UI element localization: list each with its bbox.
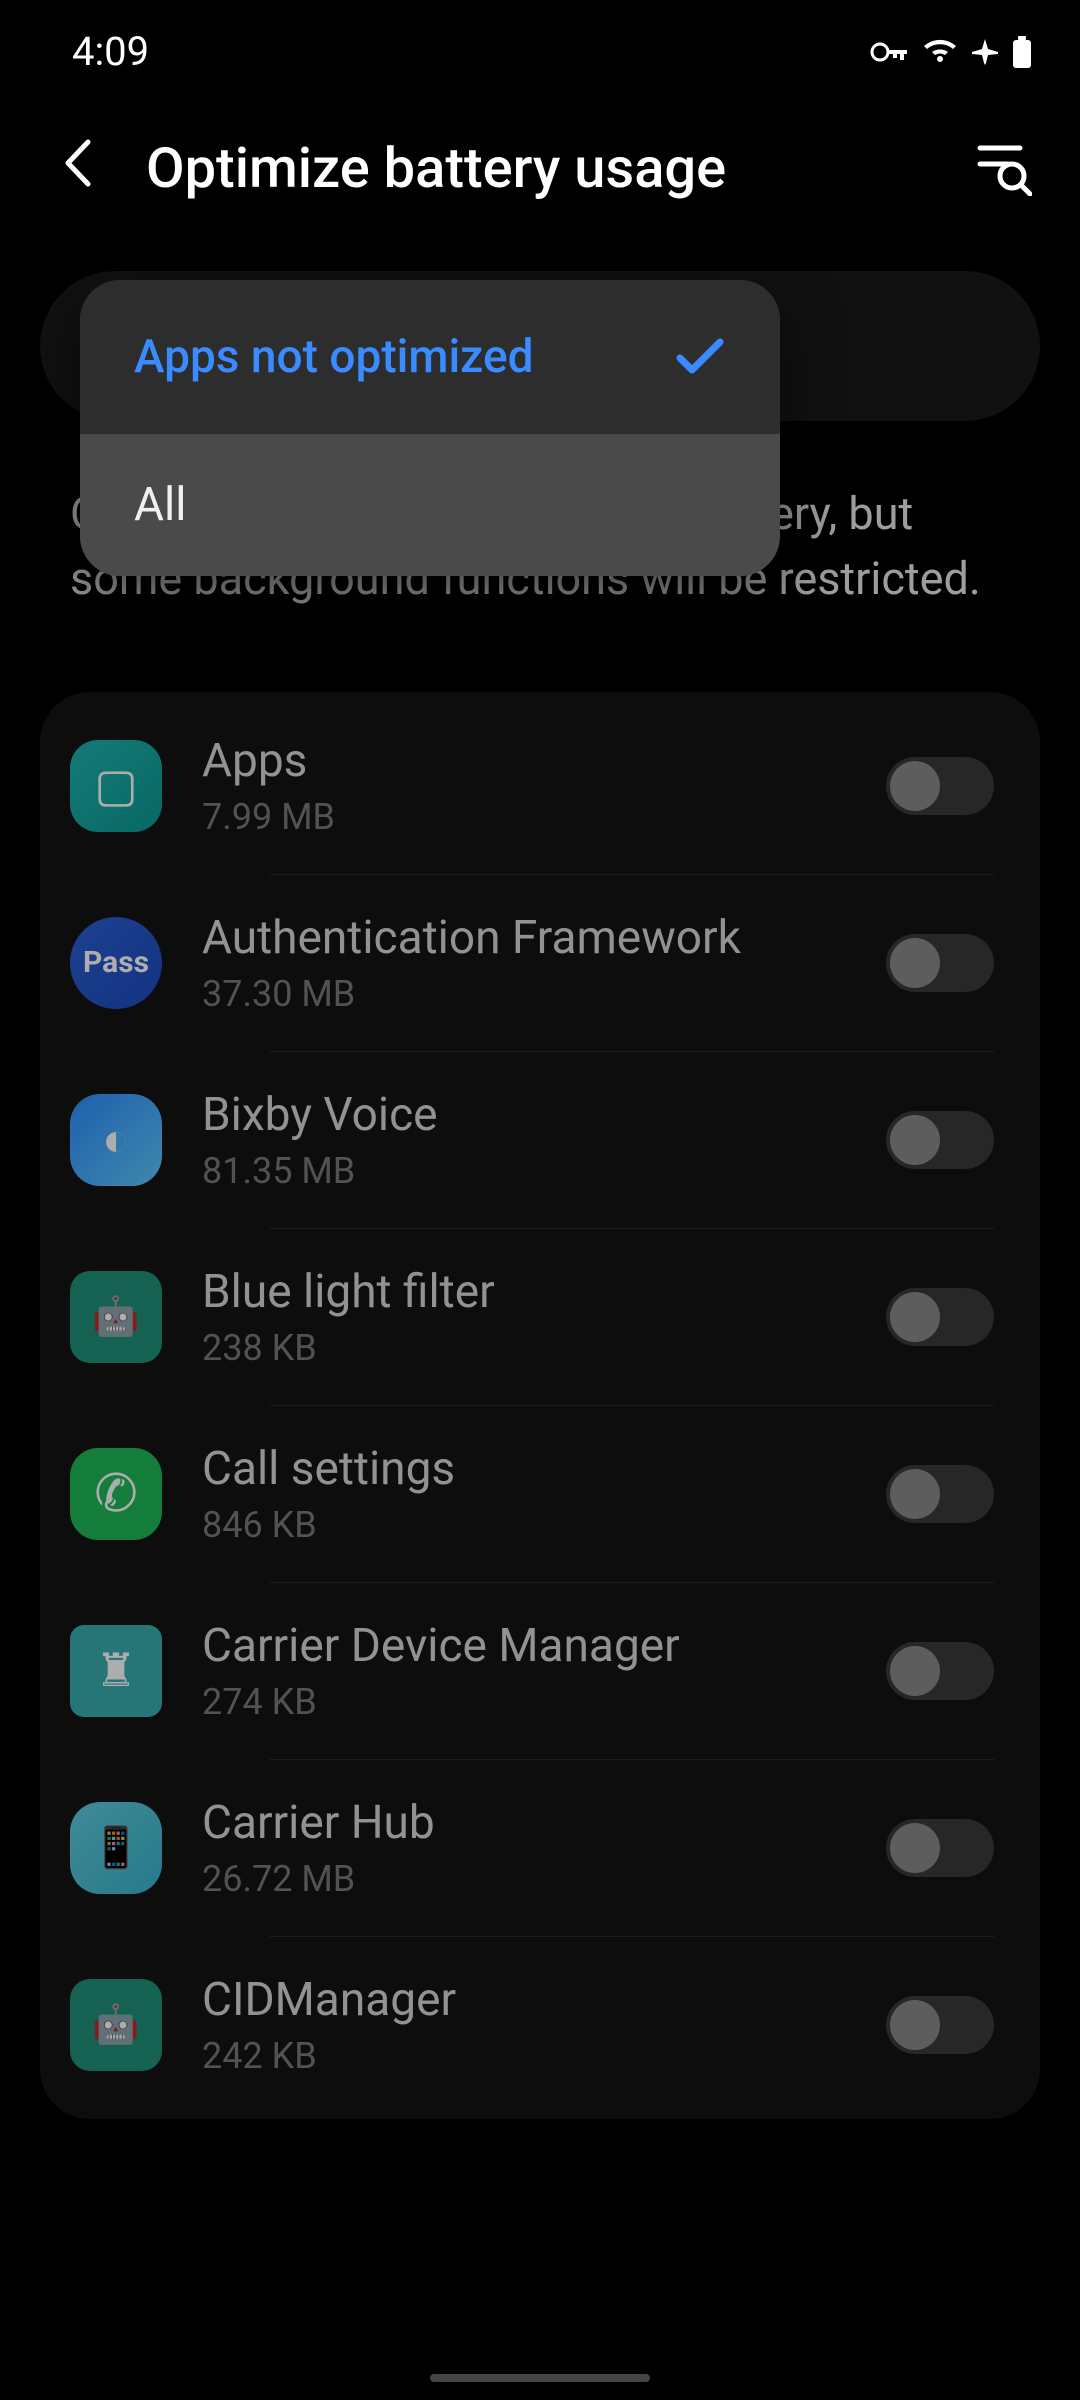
app-icon: Pass [70,917,162,1009]
app-name-label: Carrier Device Manager [202,1619,846,1673]
app-size-label: 238 KB [202,1327,846,1369]
app-size-label: 81.35 MB [202,1150,846,1192]
app-icon: 🤖 [70,1979,162,2071]
list-item[interactable]: 🤖 CIDManager 242 KB [40,1937,1040,2113]
status-time: 4:09 [72,28,149,75]
optimize-toggle[interactable] [886,1288,994,1346]
airplane-icon [970,37,1000,67]
app-size-label: 7.99 MB [202,796,846,838]
app-size-label: 846 KB [202,1504,846,1546]
app-size-label: 26.72 MB [202,1858,846,1900]
page-title: Optimize battery usage [146,135,926,201]
app-size-label: 274 KB [202,1681,846,1723]
app-icon: ▢ [70,740,162,832]
list-item[interactable]: Pass Authentication Framework 37.30 MB [40,875,1040,1051]
list-item[interactable]: ✆ Call settings 846 KB [40,1406,1040,1582]
wifi-icon [922,38,958,66]
vpn-key-icon [870,40,910,64]
list-item[interactable]: ♜ Carrier Device Manager 274 KB [40,1583,1040,1759]
app-name-label: Apps [202,734,846,788]
optimize-toggle[interactable] [886,1642,994,1700]
app-header: Optimize battery usage [0,95,1080,251]
list-item[interactable]: 📱 Carrier Hub 26.72 MB [40,1760,1040,1936]
dropdown-option-label: Apps not optimized [134,330,534,384]
battery-icon [1012,36,1032,68]
filter-dropdown: Apps not optimized All [80,280,780,576]
home-indicator[interactable] [430,2374,650,2382]
list-item[interactable]: 🤖 Blue light filter 238 KB [40,1229,1040,1405]
optimize-toggle[interactable] [886,1819,994,1877]
status-icons [870,36,1032,68]
optimize-toggle[interactable] [886,1996,994,2054]
search-button[interactable] [976,140,1032,196]
dropdown-option-not-optimized[interactable]: Apps not optimized [80,280,780,434]
app-name-label: Blue light filter [202,1265,846,1319]
app-name-label: Call settings [202,1442,846,1496]
app-name-label: Bixby Voice [202,1088,846,1142]
optimize-toggle[interactable] [886,757,994,815]
back-button[interactable] [60,136,96,200]
dropdown-option-label: All [134,478,186,532]
app-name-label: CIDManager [202,1973,846,2027]
app-icon: 🤖 [70,1271,162,1363]
optimize-toggle[interactable] [886,1465,994,1523]
check-icon [674,324,726,390]
app-icon: 📱 [70,1802,162,1894]
app-name-label: Carrier Hub [202,1796,846,1850]
app-icon: ✆ [70,1448,162,1540]
app-icon: ♜ [70,1625,162,1717]
list-item[interactable]: ◐ Bixby Voice 81.35 MB [40,1052,1040,1228]
dropdown-option-all[interactable]: All [80,434,780,576]
optimize-toggle[interactable] [886,1111,994,1169]
app-icon: ◐ [70,1094,162,1186]
app-list: ▢ Apps 7.99 MB Pass Authentication Frame… [40,692,1040,2119]
status-bar: 4:09 [0,0,1080,95]
list-item[interactable]: ▢ Apps 7.99 MB [40,698,1040,874]
app-size-label: 37.30 MB [202,973,846,1015]
app-size-label: 242 KB [202,2035,846,2077]
optimize-toggle[interactable] [886,934,994,992]
app-name-label: Authentication Framework [202,911,846,965]
